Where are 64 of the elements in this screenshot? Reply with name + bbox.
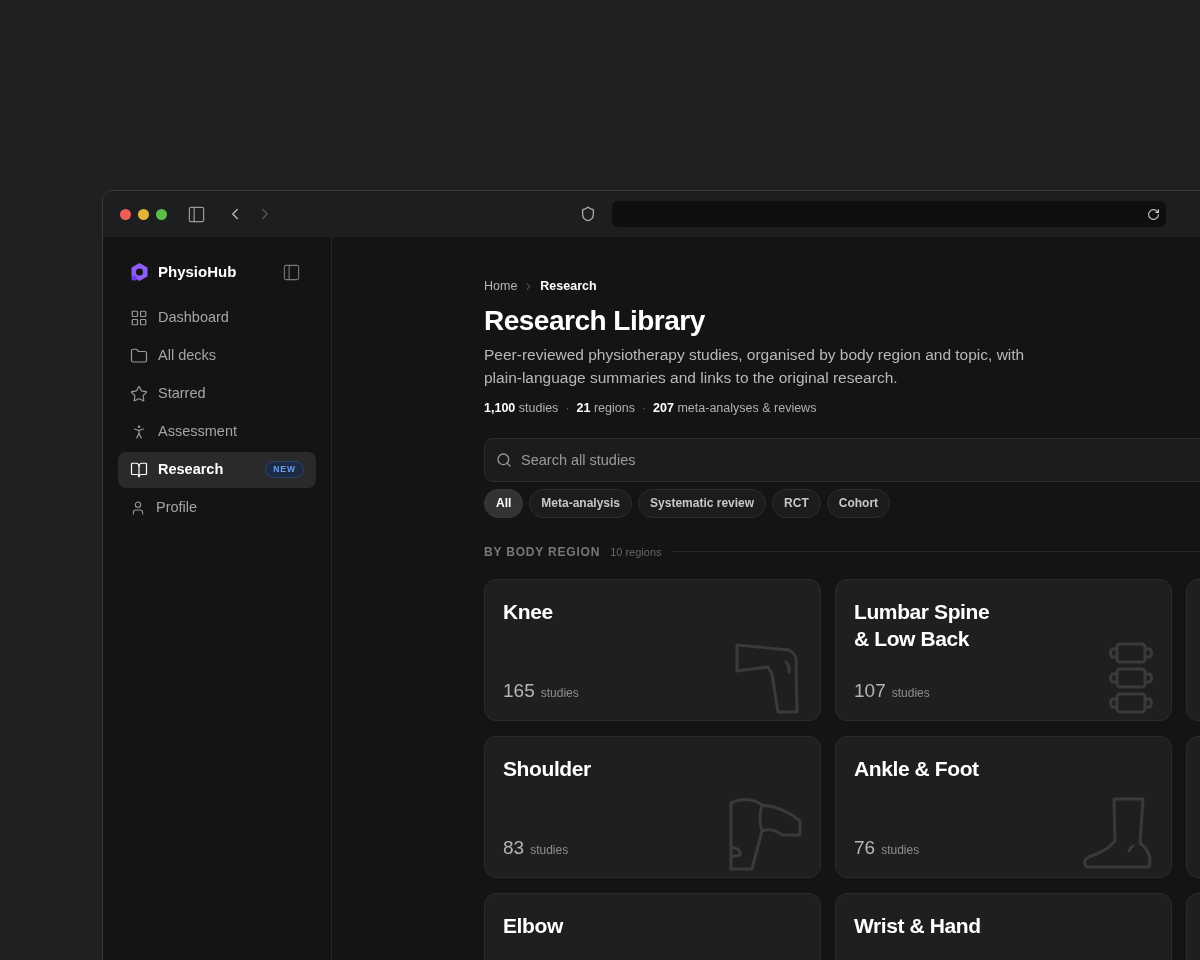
spine-icon [1107,641,1155,714]
count-unit: studies [540,685,579,703]
stat-text: 207 meta-analyses & reviews [653,400,817,417]
region-card[interactable]: Lumbar Spine & Low Back 107 studies [835,578,1172,721]
shield-icon[interactable] [580,206,596,222]
search-icon [496,451,512,468]
collapse-sidebar-icon[interactable] [282,262,301,282]
logo-icon [130,262,149,283]
nav-item[interactable]: All decks [118,337,316,374]
nav-label: Dashboard [158,307,230,327]
filter-chip[interactable]: Cohort [826,488,891,518]
search-field[interactable]: Search all studies [484,437,1200,482]
study-count: 165 [503,679,535,704]
brand-name: PhysioHub [158,262,237,282]
nav-item[interactable]: Profile [118,489,316,526]
nav-item[interactable]: Assessment [118,413,316,450]
user-icon [130,499,146,516]
nav-label: Research [158,459,225,479]
nav-item[interactable]: Dashboard [118,299,316,336]
region-name: Elbow [503,912,565,939]
region-card[interactable]: Knee 165 studies [484,578,821,721]
filter-chip[interactable]: Meta-analysis [529,488,633,518]
stat-text: 21 regions [576,400,635,417]
star-icon [130,384,148,403]
region-card[interactable]: Shoulder 83 studies [484,735,821,878]
page-title: Research Library [484,304,706,338]
breadcrumb-link[interactable]: Home [484,276,518,296]
filter-chip[interactable]: Systematic review [638,488,767,518]
region-name: Ankle & Foot [854,755,980,782]
folder-icon [130,346,148,365]
count-unit: studies [891,685,930,703]
breadcrumb-current: Research [540,277,597,295]
separator: · [641,400,647,417]
separator: · [565,400,570,417]
nav-label: Profile [156,497,199,517]
count-unit: studies [881,842,920,860]
section-count: 10 regions [610,544,662,560]
nav-label: All decks [158,345,218,365]
region-name: Shoulder [503,755,592,782]
book-icon [130,460,148,479]
region-name: Knee [503,598,554,625]
grid-icon [130,308,148,327]
stat-text: 1,100 studies [484,400,559,417]
shoulder-icon [728,796,804,871]
sidebar-toggle-icon[interactable] [187,204,206,224]
filter-chip[interactable]: RCT [772,488,821,518]
nav-item[interactable]: Starred [118,375,316,412]
count-unit: studies [530,842,569,860]
section-title: BY BODY REGION [484,543,601,561]
region-name: Lumbar Spine & Low Back [854,598,991,652]
study-count: 83 [503,836,525,861]
study-count: 76 [854,836,876,861]
new-badge: NEW [265,461,304,478]
region-card[interactable]: Ankle & Foot 76 studies [835,735,1172,878]
region-name: Wrist & Hand [854,912,982,939]
study-count: 107 [854,679,886,704]
nav-item[interactable]: Research NEW [118,451,316,488]
page-description: Peer-reviewed physiotherapy studies, organised by body region and topic, with plain-language summaries and links to the original research. [484,345,1026,388]
filter-chip[interactable]: All [484,488,524,518]
nav-label: Assessment [158,421,238,441]
nav-label: Starred [158,383,207,403]
region-card[interactable]: Elbow [484,892,821,960]
region-card[interactable]: Wrist & Hand [835,892,1172,960]
reload-icon[interactable] [1147,207,1160,221]
